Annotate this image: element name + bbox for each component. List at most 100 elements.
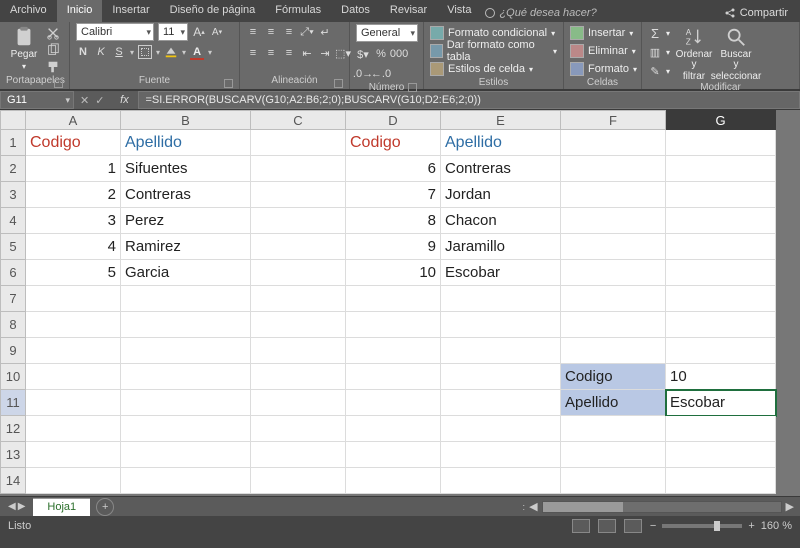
cell[interactable] [251,364,346,390]
cell[interactable] [561,442,666,468]
select-all-corner[interactable] [0,110,26,130]
cell[interactable]: Perez [121,208,251,234]
cell[interactable] [346,390,441,416]
bold-button[interactable]: N [76,45,90,59]
cell[interactable] [346,442,441,468]
cell[interactable] [251,468,346,494]
cell[interactable] [251,130,346,156]
cell[interactable]: Jordan [441,182,561,208]
cell[interactable] [561,312,666,338]
cell[interactable]: Contreras [441,156,561,182]
increase-font-icon[interactable]: A▴ [192,25,206,39]
cell[interactable]: Sifuentes [121,156,251,182]
sheet-nav-prev-icon[interactable]: ◀ [8,501,16,512]
row-header[interactable]: 5 [0,234,26,260]
format-cells-button[interactable]: Formato▾ [570,61,637,77]
cut-icon[interactable] [46,26,60,40]
col-header[interactable]: G [666,110,776,130]
cell[interactable] [121,338,251,364]
number-format-select[interactable]: General [356,24,418,42]
number-launcher-icon[interactable] [408,83,417,92]
cell[interactable] [561,208,666,234]
cell[interactable] [346,338,441,364]
row-header[interactable]: 1 [0,130,26,156]
zoom-out-icon[interactable]: − [650,520,656,532]
cell[interactable] [441,364,561,390]
hscroll-thumb[interactable] [543,502,623,512]
cell[interactable] [251,416,346,442]
cell[interactable] [666,208,776,234]
paste-button[interactable]: Pegar ▾ [6,24,42,72]
cell[interactable]: 9 [346,234,441,260]
cell[interactable] [121,416,251,442]
cell[interactable] [121,364,251,390]
copy-icon[interactable] [46,43,60,57]
cell[interactable] [561,182,666,208]
cell[interactable] [561,234,666,260]
cell[interactable] [561,468,666,494]
hscroll-track[interactable] [542,501,782,513]
font-name-select[interactable]: Calibri [76,23,154,41]
italic-button[interactable]: K [94,45,108,59]
find-select-button[interactable]: Buscar y seleccionar [718,24,754,82]
increase-decimal-icon[interactable]: .0→ [356,67,370,81]
cell[interactable] [251,234,346,260]
underline-button[interactable]: S [112,45,126,59]
cell[interactable] [561,130,666,156]
clear-button[interactable]: ✎▾ [648,63,670,79]
insert-cells-button[interactable]: Insertar▾ [570,25,633,41]
cell[interactable] [26,390,121,416]
zoom-in-icon[interactable]: + [748,520,754,532]
row-header[interactable]: 13 [0,442,26,468]
wrap-text-icon[interactable]: ↵ [318,25,332,39]
cell[interactable] [26,364,121,390]
cell[interactable] [666,182,776,208]
cell[interactable]: 7 [346,182,441,208]
cell[interactable] [561,416,666,442]
format-painter-icon[interactable] [46,60,60,74]
formula-input[interactable]: =SI.ERROR(BUSCARV(G10;A2:B6;2;0);BUSCARV… [138,91,800,109]
cell[interactable]: Codigo [26,130,121,156]
cell[interactable]: 3 [26,208,121,234]
row-header[interactable]: 11 [0,390,26,416]
share-button[interactable]: Compartir [716,0,800,22]
align-middle-icon[interactable]: ≡ [264,25,278,39]
cell[interactable] [26,442,121,468]
cell[interactable] [346,468,441,494]
percent-format-icon[interactable]: % [374,47,388,61]
view-page-layout-icon[interactable] [598,519,616,533]
sort-filter-button[interactable]: AZ Ordenar y filtrar [676,24,712,82]
cell[interactable]: 8 [346,208,441,234]
cell[interactable] [346,364,441,390]
col-header[interactable]: F [561,110,666,130]
fill-color-icon[interactable] [164,45,178,59]
cell[interactable]: 5 [26,260,121,286]
cell[interactable] [666,416,776,442]
align-center-icon[interactable]: ≡ [264,46,278,60]
name-box[interactable]: G11 [0,91,74,109]
cell[interactable]: Apellido [121,130,251,156]
row-header[interactable]: 14 [0,468,26,494]
add-sheet-button[interactable]: + [96,498,114,516]
decrease-decimal-icon[interactable]: ←.0 [374,67,388,81]
accounting-format-icon[interactable]: $▾ [356,47,370,61]
borders-icon[interactable] [138,45,152,59]
row-header[interactable]: 12 [0,416,26,442]
cell[interactable] [26,338,121,364]
zoom-slider-knob[interactable] [714,521,720,531]
alignment-launcher-icon[interactable] [334,79,343,88]
comma-format-icon[interactable]: 000 [392,47,406,61]
cell[interactable] [441,468,561,494]
clipboard-launcher-icon[interactable] [54,79,63,88]
menu-tab-vista[interactable]: Vista [437,0,481,22]
cancel-formula-icon[interactable]: ✕ [80,94,89,107]
cell[interactable] [251,182,346,208]
col-header[interactable]: B [121,110,251,130]
row-header[interactable]: 2 [0,156,26,182]
cell[interactable] [26,312,121,338]
cell[interactable]: 2 [26,182,121,208]
cell[interactable] [346,416,441,442]
align-right-icon[interactable]: ≡ [282,46,296,60]
tell-me-search[interactable]: ¿Qué desea hacer? [481,0,604,22]
cell[interactable] [441,390,561,416]
